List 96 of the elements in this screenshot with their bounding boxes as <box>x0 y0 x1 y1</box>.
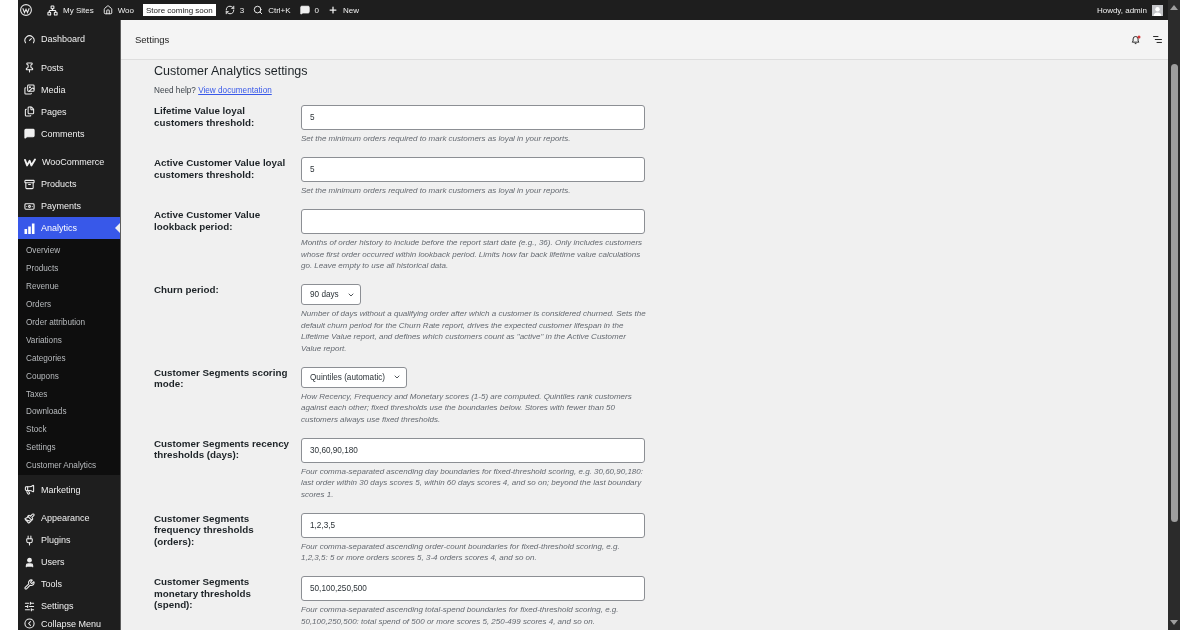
field-label: Churn period: <box>154 284 220 297</box>
paintbrush-icon <box>24 512 35 524</box>
field-label: Customer Segments frequency thresholds (orders): <box>154 512 255 549</box>
field-description: Number of days without a qualifying order after which a customer is considered churned. Sets the default churn period for the Churn Rate report, drives the expected customer lifespan in the Lifetime Value report, and defines which customers count as "active" in the Active Customer Value report. <box>301 308 647 354</box>
sidebar-menu-item[interactable]: Analytics <box>18 217 120 239</box>
plus-icon <box>328 5 339 15</box>
sidebar-submenu-item[interactable]: Customer Analytics <box>18 456 120 475</box>
my-sites-link[interactable]: My Sites <box>47 0 94 20</box>
sidebar-menu-item[interactable]: Tools <box>18 573 120 596</box>
collapse-menu-button[interactable]: Collapse Menu <box>18 617 120 630</box>
field-description: Months of order history to include before the report start date (e.g., 36). Only includes customers whose first order occurred within lookback period. Limits how far back lifetime value calculations go. Leave empty to use all historical data. <box>301 237 644 272</box>
sidebar-menu-item[interactable]: Media <box>18 78 120 101</box>
pin-icon <box>24 62 35 73</box>
gauge-icon <box>24 33 35 45</box>
field-label: Active Customer Value lookback period: <box>154 209 262 234</box>
chevron-down-icon <box>393 373 402 381</box>
avatar-icon <box>1152 4 1163 16</box>
site-name-link[interactable]: Woo <box>102 0 134 20</box>
documentation-link[interactable]: View documentation <box>198 86 272 95</box>
home-icon <box>102 5 113 15</box>
sidebar-menu-item[interactable]: Comments <box>18 122 120 145</box>
scroll-up-arrow-icon[interactable] <box>1170 5 1178 10</box>
bar-chart-icon <box>24 222 35 234</box>
sidebar-menu-item[interactable]: Dashboard <box>18 28 120 50</box>
comment-icon <box>299 5 310 15</box>
help-text: Need help? View documentation <box>154 86 273 96</box>
text-input-field[interactable] <box>301 209 645 234</box>
field-description: Four comma-separated ascending order-count boundaries for fixed-threshold scoring, e.g. 1,2,3,5: 5 or more orders scores 5, 3-4 orders scores 4, and so on. <box>301 540 621 564</box>
sidebar-submenu-item[interactable]: Stock <box>18 420 120 439</box>
comments-link[interactable]: 0 <box>299 0 320 20</box>
sidebar-menu-item[interactable]: Posts <box>18 56 120 79</box>
sidebar-submenu-item[interactable]: Order attribution <box>18 313 120 332</box>
scroll-down-arrow-icon[interactable] <box>1170 620 1178 625</box>
field-label: Active Customer Value loyal customers threshold: <box>154 157 287 182</box>
sidebar-submenu-item[interactable]: Categories <box>18 349 120 368</box>
banknote-icon <box>24 200 35 212</box>
network-icon <box>47 4 58 16</box>
page-title: Settings <box>135 34 170 45</box>
sidebar-menu-item[interactable]: Settings <box>18 595 120 618</box>
sidebar-submenu-item[interactable]: Settings <box>18 438 120 457</box>
text-input-field[interactable]: 50,100,250,500 <box>301 576 645 601</box>
scrollbar[interactable] <box>1168 0 1180 630</box>
sidebar-submenu-item[interactable]: Overview <box>18 242 120 260</box>
field-description: Four comma-separated ascending day boundaries for fixed-threshold scoring, e.g. 30,60,90,180: last order within 30 days scores 5, within 60 days scores 4, and so on; beyond the last boundary scores 1. <box>301 465 644 500</box>
sidebar-menu-item[interactable]: Products <box>18 173 120 195</box>
sidebar-menu-item[interactable]: Pages <box>18 100 120 123</box>
sidebar-submenu-item[interactable]: Orders <box>18 295 120 314</box>
sidebar-menu-item[interactable]: Marketing <box>18 478 120 501</box>
field-description: How Recency, Frequency and Monetary scores (1-5) are computed. Quintiles rank customers against each other; fixed thresholds use the boundaries below. Stores with fewer than 50 customers always use fixed thresholds. <box>301 390 633 425</box>
text-input-field[interactable]: 30,60,90,180 <box>301 437 645 463</box>
sidebar-menu-item[interactable]: Payments <box>18 195 120 217</box>
sidebar-submenu-item[interactable]: Variations <box>18 331 120 350</box>
circle-chevron-left-icon <box>24 618 35 630</box>
text-input-field[interactable]: 1,2,3,5 <box>301 512 645 538</box>
sidebar-submenu-item[interactable]: Downloads <box>18 403 120 421</box>
comment-icon <box>24 128 35 139</box>
list-icon[interactable] <box>1153 36 1162 43</box>
account-menu[interactable]: Howdy, admin <box>1096 0 1163 20</box>
store-status-badge[interactable]: Store coming soon <box>143 4 216 16</box>
megaphone-icon <box>24 484 35 496</box>
text-input-field[interactable]: 5 <box>301 105 645 130</box>
search-icon <box>253 5 264 15</box>
section-title: Customer Analytics settings <box>154 64 309 78</box>
field-label: Customer Segments monetary thresholds (spend): <box>154 576 252 612</box>
field-description: Set the minimum orders required to mark customers as loyal in your reports. <box>301 185 572 197</box>
sidebar-submenu-item[interactable]: Products <box>18 259 120 278</box>
field-label: Customer Segments scoring mode: <box>154 366 289 391</box>
sliders-icon <box>24 600 35 612</box>
sidebar-menu-item[interactable]: Appearance <box>18 507 120 530</box>
field-label: Lifetime Value loyal customers threshold: <box>154 105 256 130</box>
logo-icon[interactable] <box>20 4 32 16</box>
text-input-field[interactable]: 5 <box>301 157 645 182</box>
wrench-icon <box>24 578 35 590</box>
field-description: Set the minimum orders required to mark customers as loyal in your reports. <box>301 133 572 145</box>
field-label: Customer Segments recency thresholds (days): <box>154 437 291 462</box>
plug-icon <box>24 534 35 546</box>
sidebar-menu-item[interactable]: Plugins <box>18 529 120 552</box>
sidebar-submenu-item[interactable]: Coupons <box>18 367 120 386</box>
notification-bell-icon[interactable] <box>1131 34 1141 45</box>
updates-link[interactable]: 3 <box>224 0 245 20</box>
sidebar-menu-item[interactable]: Users <box>18 551 120 574</box>
sidebar-submenu-item[interactable]: Revenue <box>18 277 120 296</box>
pages-icon <box>24 106 35 117</box>
sidebar-submenu-item[interactable]: Taxes <box>18 385 120 403</box>
archive-icon <box>24 178 35 190</box>
refresh-icon <box>224 5 235 15</box>
search-button[interactable]: Ctrl+K <box>253 0 291 20</box>
logo-icon <box>24 157 36 167</box>
dropdown-select[interactable]: 90 days <box>301 284 361 305</box>
scrollbar-thumb[interactable] <box>1170 64 1178 522</box>
sidebar-menu-item[interactable]: WooCommerce <box>18 151 120 173</box>
field-description: Four comma-separated ascending total-spend boundaries for fixed-threshold scoring, e.g. 50,100,250,500: total spend of 500 or more scores 5, 250-499 scores 4, and so on. <box>301 604 620 627</box>
dropdown-select[interactable]: Quintiles (automatic) <box>301 366 408 388</box>
new-content-button[interactable]: New <box>328 0 360 20</box>
user-icon <box>24 556 35 568</box>
images-icon <box>24 84 35 95</box>
